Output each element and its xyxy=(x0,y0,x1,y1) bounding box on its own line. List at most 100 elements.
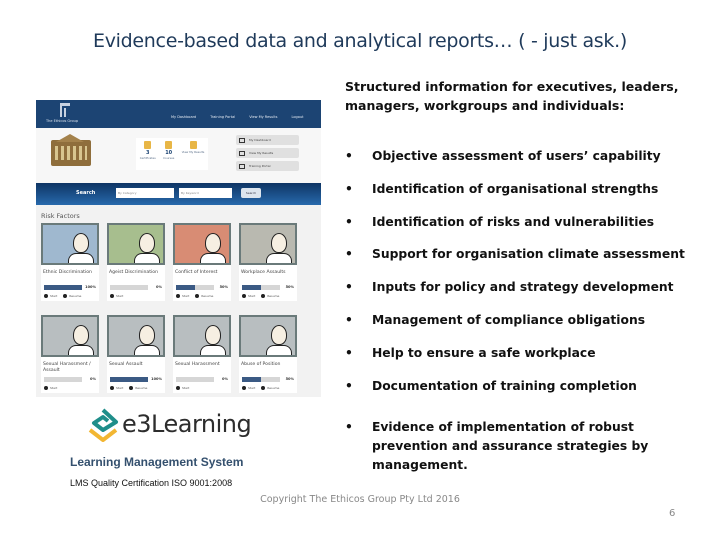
character-face-icon xyxy=(271,233,287,253)
card-title: Workplace Assaults xyxy=(241,270,286,275)
stat-results: View My Results xyxy=(181,141,205,170)
progress-fill xyxy=(110,377,148,382)
card-actions: Start xyxy=(107,290,165,301)
character-body-icon xyxy=(68,345,94,355)
bullet-icon: • xyxy=(345,247,353,262)
risk-card: Ethnic Discrimination 100% Start Resume xyxy=(41,223,99,301)
bullet-icon: • xyxy=(345,345,353,360)
progress-bar xyxy=(44,285,82,290)
progress-percent: 50% xyxy=(285,285,294,289)
character-body-icon xyxy=(134,253,160,263)
bullet-text: Identification of risks and vulnerabilit… xyxy=(372,214,655,229)
character-face-icon xyxy=(205,233,221,253)
card-actions: Start Resume xyxy=(239,290,297,301)
quick-links: My Dashboard View My Results Training Po… xyxy=(236,135,299,174)
bullet-icon: • xyxy=(345,181,353,196)
bullet-item: • Identification of risks and vulnerabili… xyxy=(345,212,705,245)
character-body-icon xyxy=(134,345,160,355)
bullet-icon: • xyxy=(345,214,353,229)
risk-factors-heading: Risk Factors xyxy=(41,212,80,220)
card-action-start: Start xyxy=(110,386,123,390)
progress-percent: 0% xyxy=(222,377,228,381)
card-illustration xyxy=(41,223,99,265)
progress-percent: 0% xyxy=(90,377,96,381)
search-label: Search xyxy=(76,190,96,196)
character-face-icon xyxy=(73,233,89,253)
card-actions: Start xyxy=(41,382,99,393)
nav-link-training: Training Portal xyxy=(210,115,236,119)
card-illustration xyxy=(41,315,99,357)
list-icon xyxy=(239,150,245,156)
card-title: Abuse of Position xyxy=(241,362,281,367)
card-actions: Start Resume xyxy=(239,382,297,393)
card-actions: Start xyxy=(173,382,231,393)
quick-link-results: View My Results xyxy=(236,148,299,158)
bullet-text: Objective assessment of users’ capabilit… xyxy=(372,149,661,163)
progress-bar xyxy=(242,285,280,290)
document-icon xyxy=(189,141,197,149)
bullet-text: Identification of organisational strengt… xyxy=(372,181,659,196)
card-title: Ageist Discrimination xyxy=(109,270,158,275)
bullet-text: Support for organisation climate assessm… xyxy=(372,247,685,262)
progress-percent: 100% xyxy=(151,377,162,381)
card-action-start: Start xyxy=(242,386,255,390)
building-illustration xyxy=(51,140,91,166)
character-body-icon xyxy=(266,253,292,263)
iso-certification: LMS Quality Certification ISO 9001:2008 xyxy=(70,478,233,488)
copyright: Copyright The Ethicos Group Pty Ltd 2016 xyxy=(260,494,460,505)
character-body-icon xyxy=(266,345,292,355)
bullet-item: • Help to ensure a safe workplace xyxy=(345,343,705,376)
bullet-icon: • xyxy=(345,378,353,393)
risk-card: Sexual Harassment / Assault 0% Start xyxy=(41,315,99,393)
card-action-start: Start xyxy=(44,386,57,390)
card-action-start: Start xyxy=(176,294,189,298)
risk-card: Abuse of Position 50% Start Resume xyxy=(239,315,297,393)
character-body-icon xyxy=(200,253,226,263)
quick-link-label: My Dashboard xyxy=(249,138,271,142)
card-illustration xyxy=(173,223,231,265)
card-actions: Start Resume xyxy=(107,382,165,393)
card-illustration xyxy=(107,223,165,265)
bullet-list: • Objective assessment of users’ capabili… xyxy=(345,146,705,478)
progress-percent: 50% xyxy=(285,377,294,381)
risk-card: Sexual Harassment 0% Start xyxy=(173,315,231,393)
bullet-text: Documentation of training completion xyxy=(372,378,637,393)
bullet-item: • Support for organisation climate assess… xyxy=(345,244,705,277)
bullet-icon: • xyxy=(345,280,353,295)
character-face-icon xyxy=(139,233,155,253)
stat-label: View My Results xyxy=(181,150,205,154)
progress-bar xyxy=(176,285,214,290)
card-actions: Start Resume xyxy=(173,290,231,301)
quick-link-label: View My Results xyxy=(249,151,274,155)
progress-fill xyxy=(242,285,261,290)
progress-bar xyxy=(176,377,214,382)
character-face-icon xyxy=(139,325,155,345)
card-action-resume: Resume xyxy=(261,386,279,390)
character-body-icon xyxy=(68,253,94,263)
window-icon xyxy=(239,137,245,143)
character-face-icon xyxy=(73,325,89,345)
book-icon xyxy=(165,141,173,149)
bullet-text: Management of compliance obligations xyxy=(372,312,646,327)
e3learning-mark-icon xyxy=(88,408,118,442)
stat-certificates: 3 Certificates xyxy=(140,141,156,170)
progress-bar xyxy=(242,377,280,382)
card-action-start: Start xyxy=(242,294,255,298)
quick-link-dashboard: My Dashboard xyxy=(236,135,299,145)
risk-card: Ageist Discrimination 0% Start xyxy=(107,223,165,301)
bullet-text: Evidence of implementation of robust pre… xyxy=(372,420,649,473)
card-title: Sexual Harassment / Assault xyxy=(43,362,91,373)
card-action-start: Start xyxy=(44,294,57,298)
bullet-icon: • xyxy=(345,312,353,327)
nav-link-results: View My Results xyxy=(249,115,278,119)
stat-label: Courses xyxy=(163,156,175,160)
card-illustration xyxy=(173,315,231,357)
slide-title: Evidence-based data and analytical repor… xyxy=(93,30,627,52)
card-action-resume: Resume xyxy=(261,294,279,298)
keyword-field: By Keyword xyxy=(179,188,232,198)
quick-link-training: Training Portal xyxy=(236,161,299,171)
page-number: 6 xyxy=(669,508,676,519)
progress-percent: 50% xyxy=(219,285,228,289)
card-illustration xyxy=(239,315,297,357)
bullet-item: • Objective assessment of users’ capabili… xyxy=(345,146,705,179)
